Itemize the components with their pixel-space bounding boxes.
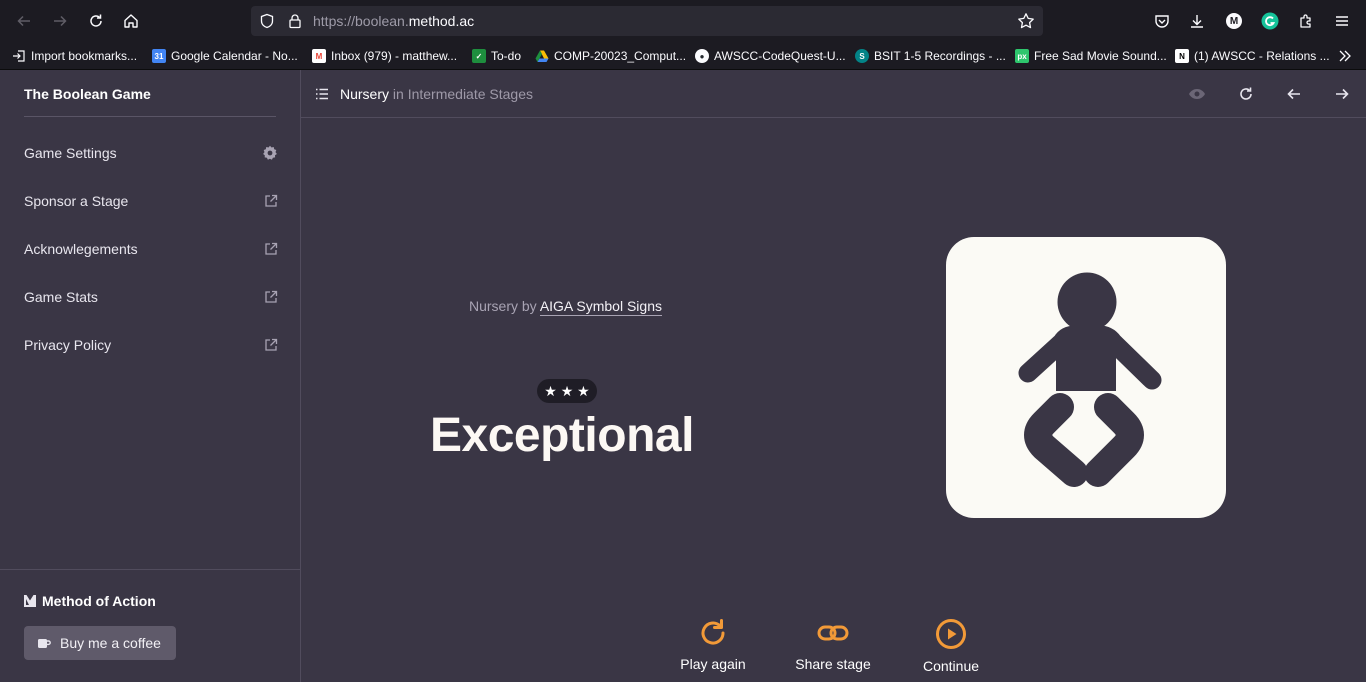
download-icon[interactable] [1189, 13, 1205, 29]
gmail-icon: M [312, 49, 326, 63]
sidebar-item-label: Privacy Policy [24, 337, 112, 353]
back-button[interactable] [12, 9, 36, 33]
buy-coffee-button[interactable]: Buy me a coffee [24, 626, 176, 660]
app-title[interactable]: The Boolean Game [24, 86, 151, 102]
classroom-icon: ✓ [472, 49, 486, 63]
bookmark-bsit-recordings[interactable]: S BSIT 1-5 Recordings - ... [855, 47, 1006, 65]
play-circle-icon [936, 619, 966, 649]
previous-stage-icon[interactable] [1286, 86, 1302, 102]
reload-button[interactable] [84, 9, 108, 33]
divider [24, 116, 276, 117]
baby-icon [1018, 272, 1162, 487]
stage-header: Nursery in Intermediate Stages [301, 70, 1366, 118]
sidebar-item-game-stats[interactable]: Game Stats [24, 285, 278, 309]
calendar-icon: 31 [152, 49, 166, 63]
credit-link[interactable]: AIGA Symbol Signs [539, 298, 662, 316]
gear-icon [263, 145, 277, 160]
url-text: https://boolean.method.ac [313, 13, 475, 29]
external-link-icon [265, 194, 278, 207]
extensions-icon[interactable] [1298, 13, 1314, 29]
account-avatar[interactable]: M [1226, 13, 1242, 29]
breadcrumb: Nursery in Intermediate Stages [340, 86, 533, 102]
reload-icon [90, 14, 102, 27]
arrow-left-icon [17, 15, 30, 27]
list-icon[interactable] [315, 87, 329, 101]
stage-group: in Intermediate Stages [389, 86, 533, 102]
pocket-icon[interactable] [1154, 13, 1170, 29]
stage-name[interactable]: Nursery [340, 86, 389, 102]
sharepoint-icon: S [855, 49, 869, 63]
coffee-cup-icon [38, 639, 51, 648]
external-link-icon [265, 290, 278, 303]
stage-symbol [946, 237, 1226, 518]
sidebar-item-acknowlegements[interactable]: Acknowlegements [24, 237, 278, 261]
method-of-action-link[interactable]: Method of Action [24, 593, 156, 609]
stage-credit: Nursery by AIGA Symbol Signs [469, 298, 662, 316]
sidebar-item-label: Game Stats [24, 289, 98, 305]
sidebar-item-game-settings[interactable]: Game Settings [24, 141, 278, 165]
arrow-right-icon [54, 15, 67, 27]
next-stage-icon[interactable] [1334, 86, 1350, 102]
bookmark-awscc-codequest[interactable]: ● AWSCC-CodeQuest-U... [695, 47, 846, 65]
import-icon [13, 50, 25, 62]
star-rating-badge: ★ ★ ★ [537, 379, 597, 403]
shield-icon[interactable] [259, 13, 275, 29]
grammarly-icon[interactable] [1261, 12, 1279, 30]
bookmarks-toolbar: Import bookmarks... 31 Google Calendar -… [0, 42, 1366, 70]
bookmark-awscc-relations[interactable]: N (1) AWSCC - Relations ... [1175, 47, 1330, 65]
bookmark-sad-movie-sound[interactable]: px Free Sad Movie Sound... [1015, 47, 1167, 65]
sidebar: The Boolean Game Game Settings Sponsor a… [0, 70, 301, 682]
result-heading: Exceptional [430, 409, 694, 462]
star-bookmark-icon[interactable] [1017, 12, 1035, 30]
pixabay-icon: px [1015, 49, 1029, 63]
bookmark-todo[interactable]: ✓ To-do [472, 47, 521, 65]
forward-button[interactable] [48, 9, 72, 33]
browser-toolbar: https://boolean.method.ac M [0, 0, 1366, 42]
sidebar-item-sponsor-a-stage[interactable]: Sponsor a Stage [24, 189, 278, 213]
notion-icon: N [1175, 49, 1189, 63]
sidebar-item-label: Game Settings [24, 145, 117, 161]
divider [0, 569, 300, 570]
method-logo-icon [24, 595, 36, 607]
menu-icon[interactable] [1334, 13, 1350, 29]
home-icon [124, 14, 138, 28]
chevron-double-right-icon[interactable] [1338, 49, 1352, 63]
external-link-icon [265, 338, 278, 351]
bookmark-import[interactable]: Import bookmarks... [12, 47, 137, 65]
github-icon: ● [695, 49, 709, 63]
sidebar-item-label: Acknowlegements [24, 241, 138, 257]
bookmark-inbox[interactable]: M Inbox (979) - matthew... [312, 47, 457, 65]
lock-icon[interactable] [287, 13, 303, 29]
share-stage-button[interactable]: Share stage [783, 618, 883, 672]
sidebar-item-label: Sponsor a Stage [24, 193, 129, 209]
continue-button[interactable]: Continue [901, 618, 1001, 674]
address-bar[interactable]: https://boolean.method.ac [251, 6, 1043, 36]
drive-icon [535, 50, 549, 62]
home-button[interactable] [119, 9, 143, 33]
play-again-button[interactable]: Play again [663, 618, 763, 672]
sidebar-item-privacy-policy[interactable]: Privacy Policy [24, 333, 278, 357]
replay-icon [701, 619, 725, 645]
bookmark-comp[interactable]: COMP-20023_Comput... [535, 47, 686, 65]
eye-icon[interactable] [1188, 86, 1206, 102]
external-link-icon [265, 242, 278, 255]
bookmark-google-calendar[interactable]: 31 Google Calendar - No... [152, 47, 298, 65]
link-icon [817, 625, 849, 641]
refresh-icon[interactable] [1238, 86, 1254, 102]
